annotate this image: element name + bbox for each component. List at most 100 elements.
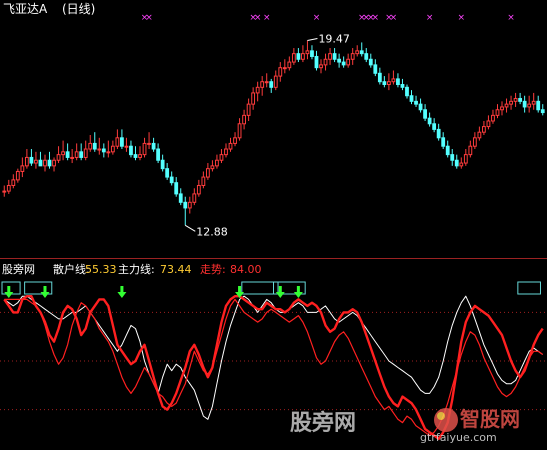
candle-body (183, 201, 188, 209)
candle-body (29, 156, 34, 164)
candle-body (237, 123, 242, 139)
candle-body (47, 159, 52, 167)
main-line-value: 73.44 (160, 263, 192, 276)
candle-body (38, 159, 43, 167)
candle-body (97, 148, 102, 151)
candle-body (65, 151, 70, 158)
candle-body (278, 67, 283, 77)
candle-body (364, 53, 369, 60)
top-marker: × (390, 13, 398, 23)
candle-body (418, 103, 423, 111)
candle-body (350, 53, 355, 60)
candle-body (459, 162, 464, 167)
chart-background (0, 0, 547, 446)
candle-body (400, 84, 405, 88)
main-line-label: 主力线: (118, 262, 155, 276)
candle-body (472, 137, 477, 147)
candle-body (101, 148, 106, 153)
top-marker: × (313, 13, 321, 23)
candle-body (246, 103, 251, 116)
candle-body (445, 145, 450, 156)
candle-body (405, 86, 409, 97)
candle-body (518, 98, 523, 102)
top-marker: × (263, 13, 271, 23)
candle-body (282, 67, 287, 70)
candle-body (43, 159, 47, 167)
candle-body (540, 109, 545, 114)
candle-body (486, 120, 491, 128)
candle-body (115, 137, 120, 147)
candle-body (210, 165, 215, 170)
candle-body (74, 151, 79, 158)
candle-body (129, 145, 133, 156)
candle-body (219, 154, 224, 161)
indicator-name: 股旁网 (2, 262, 35, 276)
candle-body (61, 151, 65, 156)
candle-body (106, 151, 111, 154)
candle-body (386, 81, 391, 86)
candle-body (310, 50, 314, 57)
trend-label: 走势: (200, 263, 226, 276)
stock-chart-root: 飞亚达A (日线) × × × × × × × × × × × × × × × 19.47 12.88 股旁网… (0, 0, 547, 446)
candle-body (441, 137, 446, 147)
candle-body (151, 142, 156, 150)
candle-body (509, 100, 513, 105)
candle-body (110, 145, 115, 153)
top-marker: × (254, 13, 262, 23)
candle-body (70, 156, 75, 159)
watermark-url: gtrfaiyue.com (420, 431, 497, 444)
candle-body (169, 176, 174, 184)
candle-body (427, 117, 432, 125)
candle-body (513, 98, 518, 102)
candle-body (482, 126, 486, 133)
candle-body (273, 75, 278, 88)
annotation-label: 12.88 (196, 225, 228, 238)
candle-body (174, 182, 179, 195)
candle-body (15, 170, 20, 181)
candle-body (477, 131, 482, 139)
candle-body (373, 64, 378, 74)
top-marker: × (145, 13, 153, 23)
candle-body (2, 190, 7, 193)
candle-body (504, 103, 509, 108)
watermark-left: 股旁网 (290, 410, 356, 436)
candle-body (156, 148, 161, 161)
candle-body (337, 58, 342, 63)
candle-body (88, 142, 93, 150)
candle-body (34, 159, 38, 164)
candle-body (436, 128, 441, 139)
candle-body (319, 64, 323, 69)
candle-body (396, 78, 400, 86)
candle-body (432, 123, 437, 130)
candle-body (296, 53, 301, 60)
candle-body (423, 109, 427, 119)
candle-body (205, 168, 210, 178)
candle-body (192, 193, 197, 203)
trend-value: 84.00 (230, 263, 262, 276)
candle-body (495, 109, 500, 116)
candle-body (124, 145, 129, 148)
candle-body (251, 92, 256, 105)
candle-body (79, 151, 84, 158)
candle-body (468, 145, 473, 156)
candle-body (287, 61, 292, 69)
candle-body (224, 148, 228, 156)
candle-body (531, 100, 536, 105)
candle-body (368, 58, 373, 66)
candle-body (454, 159, 459, 167)
top-marker: × (426, 13, 434, 23)
candle-body (160, 159, 165, 170)
candle-body (382, 81, 387, 86)
candle-body (178, 193, 183, 203)
candle-body (255, 86, 260, 94)
candle-body (527, 103, 532, 108)
candle-body (522, 100, 527, 108)
period-label: (日线) (62, 2, 95, 16)
candle-body (355, 50, 360, 55)
candle-body (92, 142, 97, 150)
retail-line-value: 55.33 (85, 263, 117, 276)
candle-body (305, 50, 310, 55)
candle-body (52, 159, 56, 167)
top-marker: × (458, 13, 466, 23)
candle-body (301, 53, 305, 60)
